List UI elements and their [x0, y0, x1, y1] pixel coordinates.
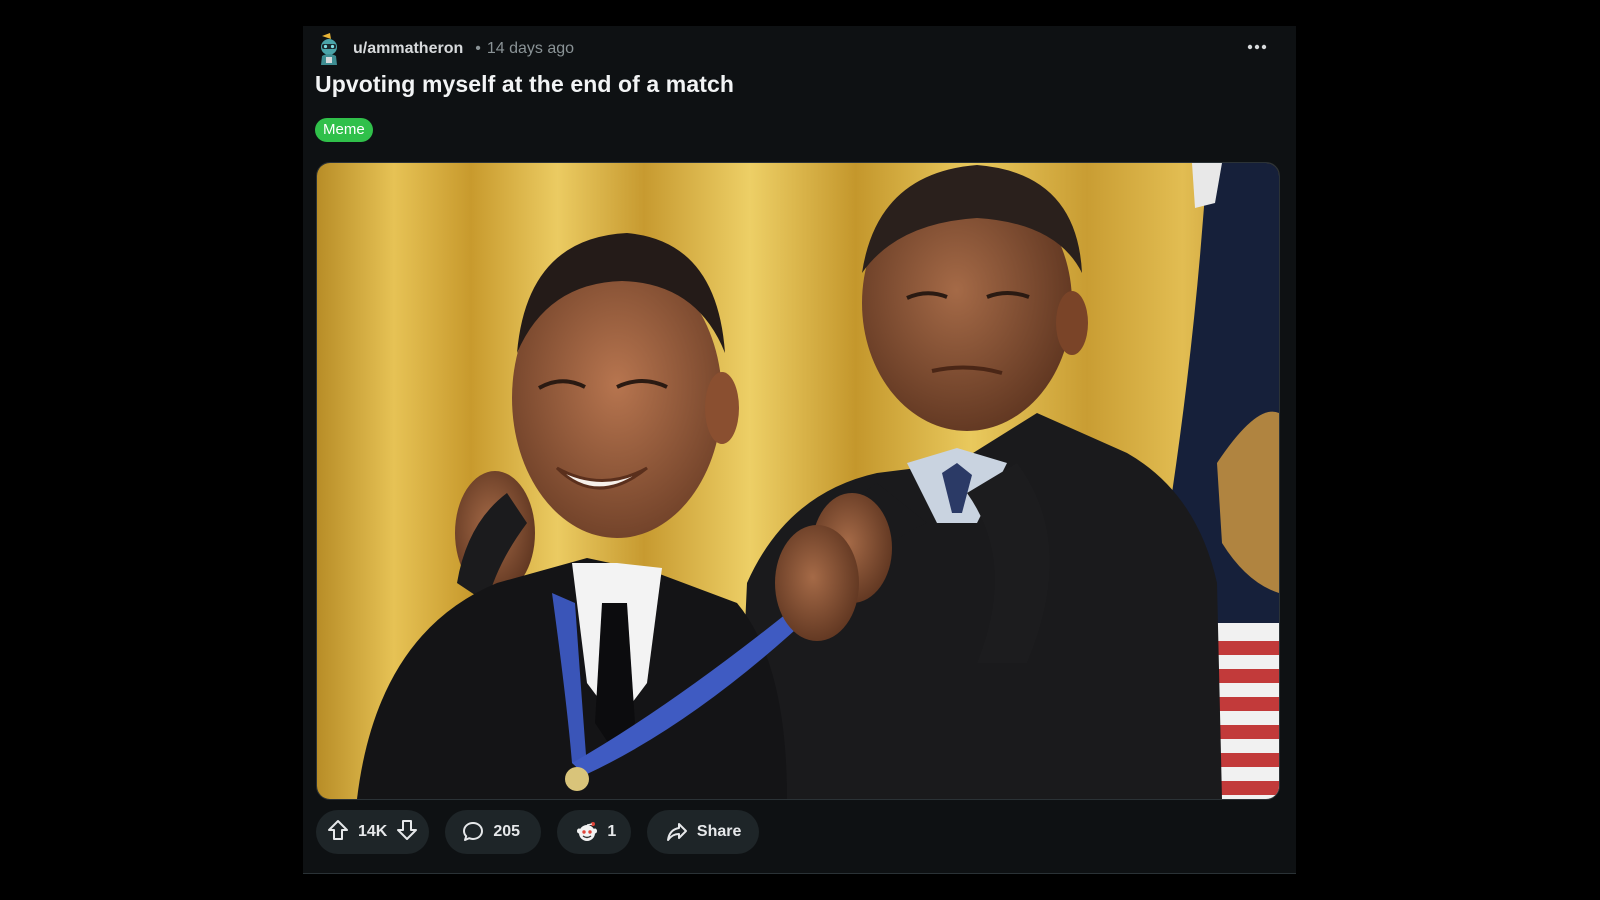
- arrow-up-icon: [327, 819, 349, 846]
- vote-count: 14K: [358, 823, 388, 840]
- ellipsis-icon: [1247, 37, 1267, 55]
- vote-control: 14K: [316, 810, 430, 854]
- speech-bubble-icon: [461, 820, 485, 844]
- post-flair[interactable]: Meme: [315, 118, 373, 142]
- post-author[interactable]: u/ammatheron: [353, 40, 463, 58]
- comment-count: 205: [493, 823, 521, 840]
- post-card: u/ammatheron • 14 days ago Upvoting myse…: [303, 26, 1296, 874]
- post-actions: 14K 205 1 Share: [316, 810, 775, 854]
- post-title[interactable]: Upvoting myself at the end of a match: [315, 71, 734, 98]
- downvote-button[interactable]: [393, 816, 421, 848]
- comments-button[interactable]: 205: [445, 810, 542, 854]
- more-options-button[interactable]: [1242, 34, 1272, 58]
- post-image[interactable]: [316, 162, 1280, 800]
- share-button[interactable]: Share: [647, 810, 760, 854]
- flag-stripes: [1217, 623, 1279, 799]
- divider: [303, 873, 1296, 874]
- award-count: 1: [607, 823, 617, 840]
- award-button[interactable]: 1: [557, 810, 632, 854]
- arrow-down-icon: [396, 819, 418, 846]
- meta-separator: •: [475, 40, 481, 57]
- award-icon: [575, 820, 599, 844]
- upvote-button[interactable]: [324, 816, 352, 848]
- post-meta: u/ammatheron • 14 days ago: [315, 29, 574, 69]
- share-label: Share: [696, 823, 742, 840]
- snoo-avatar-icon[interactable]: [315, 32, 343, 66]
- share-arrow-icon: [665, 820, 689, 844]
- meme-photo: [317, 163, 1279, 799]
- post-timestamp: 14 days ago: [486, 40, 575, 57]
